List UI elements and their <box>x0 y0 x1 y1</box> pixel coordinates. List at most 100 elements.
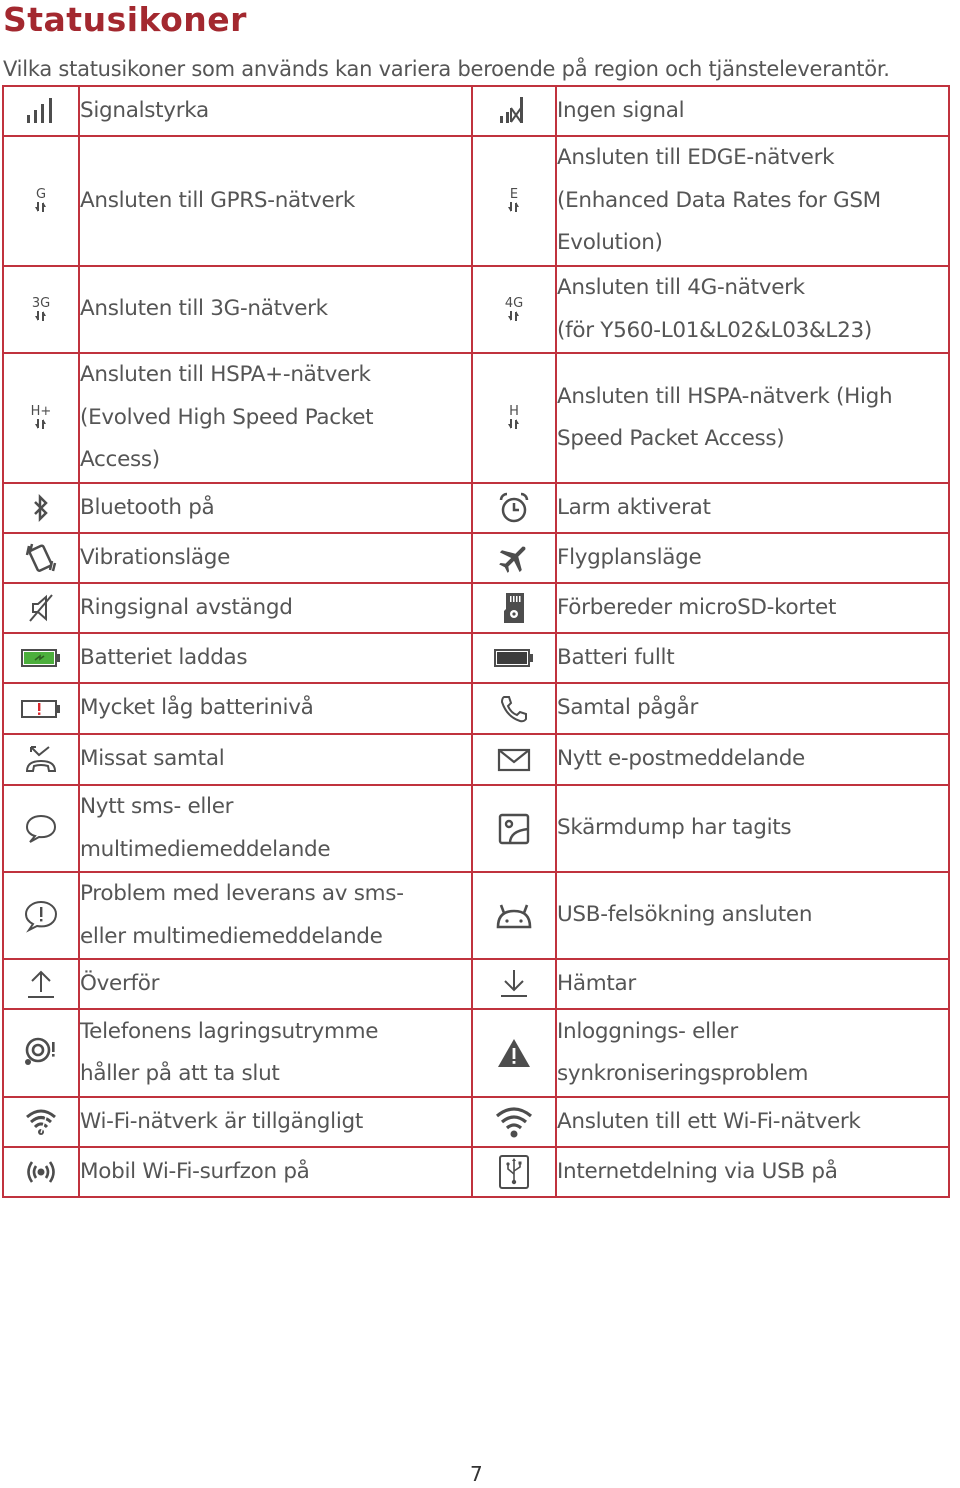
table-row: Bluetooth på Larm aktiverat <box>2 482 950 534</box>
left-icon-cell <box>2 958 80 1010</box>
description-line: Vibrationsläge <box>80 544 231 570</box>
description-line: Ansluten till ett Wi-Fi-nätverk <box>557 1108 861 1134</box>
left-icon-cell: G <box>2 135 80 267</box>
left-icon-cell <box>2 871 80 960</box>
right-icon-cell <box>471 784 557 873</box>
description-line: Nytt sms- eller <box>80 794 234 819</box>
right-icon-cell <box>471 733 557 786</box>
description-line: Missat samtal <box>80 746 225 772</box>
description-line: Batteriet laddas <box>80 644 248 670</box>
description-line: USB-felsökning ansluten <box>557 902 813 928</box>
description-line: Speed Packet Access) <box>557 426 785 451</box>
no-signal-icon <box>498 95 530 127</box>
right-icon-cell <box>471 582 557 634</box>
battery-low-icon <box>21 699 61 719</box>
description-line: (Enhanced Data Rates for GSM <box>557 187 881 213</box>
hspa-plus-icon: H+ <box>24 401 58 435</box>
description-line: Inloggnings- eller <box>557 1018 738 1044</box>
right-description-cell: Batteri fullt <box>555 632 950 684</box>
description-line: synkroniseringsproblem <box>557 1061 809 1086</box>
table-row: Ringsignal avstängd Förbereder microSD-k… <box>2 582 950 634</box>
upload-icon <box>25 968 57 1000</box>
description-line: Signalstyrka <box>80 97 209 123</box>
missed-call-icon <box>24 744 58 776</box>
table-row: 3G Ansluten till 3G-nätverk 4G Ansluten … <box>2 265 950 354</box>
wifi-connected-icon <box>494 1105 534 1139</box>
call-in-progress-icon <box>498 693 530 725</box>
right-description-cell: Internetdelning via USB på <box>555 1146 950 1198</box>
right-icon-cell: H <box>471 352 557 484</box>
message-icon <box>24 813 58 845</box>
description-line: Ansluten till HSPA-nätverk (High <box>557 383 893 409</box>
description-line: Förbereder microSD-kortet <box>557 594 837 620</box>
left-description-cell: Mycket låg batterinivå <box>78 682 473 735</box>
description-line: Ansluten till 3G-nätverk <box>80 296 328 322</box>
description-line: Ringsignal avstängd <box>80 594 293 620</box>
edge-icon: E <box>497 184 531 218</box>
description-line: Evolution) <box>557 230 663 256</box>
description-line: Ansluten till GPRS-nätverk <box>80 187 356 213</box>
status-icons-table: Signalstyrka Ingen signal G Ansluten til… <box>2 85 950 1198</box>
description-line: Ansluten till HSPA+-nätverk <box>80 362 371 388</box>
left-description-cell: Ringsignal avstängd <box>78 582 473 634</box>
table-row: Överför Hämtar <box>2 958 950 1010</box>
right-icon-cell <box>471 482 557 534</box>
right-description-cell: Hämtar <box>555 958 950 1010</box>
table-row: Nytt sms- eller multimediemeddelande Skärm… <box>2 784 950 873</box>
left-icon-cell <box>2 682 80 735</box>
right-description-cell: Ansluten till HSPA-nätverk (High Speed Pa… <box>555 352 950 484</box>
left-icon-cell <box>2 532 80 584</box>
right-description-cell: Flygplansläge <box>555 532 950 584</box>
left-icon-cell <box>2 1146 80 1198</box>
alarm-icon <box>497 491 531 525</box>
left-description-cell: Wi-Fi-nätverk är tillgängligt <box>78 1096 473 1148</box>
description-line: Överför <box>80 970 160 996</box>
right-icon-cell: E <box>471 135 557 267</box>
right-icon-cell <box>471 1096 557 1148</box>
description-line: Mobil Wi-Fi-surfzon på <box>80 1158 310 1184</box>
hspa-icon: H <box>497 401 531 435</box>
description-line: Bluetooth på <box>80 494 215 520</box>
right-description-cell: Ansluten till 4G-nätverk (för Y560-L01&L0… <box>555 265 950 354</box>
left-description-cell: Mobil Wi-Fi-surfzon på <box>78 1146 473 1198</box>
left-icon-cell <box>2 85 80 137</box>
description-line: (för Y560-L01&L02&L03&L23) <box>557 317 872 343</box>
wifi-available-icon <box>24 1107 58 1137</box>
vibrate-icon <box>24 541 58 575</box>
warning-icon <box>496 1037 532 1069</box>
3g-icon: 3G <box>24 293 58 327</box>
usb-tethering-icon <box>497 1154 531 1190</box>
description-line: Access) <box>80 447 160 473</box>
left-description-cell: Ansluten till 3G-nätverk <box>78 265 473 354</box>
right-icon-cell: 4G <box>471 265 557 354</box>
left-description-cell: Nytt sms- eller multimediemeddelande <box>78 784 473 873</box>
left-description-cell: Batteriet laddas <box>78 632 473 684</box>
table-row: Batteriet laddas Batteri fullt <box>2 632 950 684</box>
right-description-cell: USB-felsökning ansluten <box>555 871 950 960</box>
left-icon-cell: 3G <box>2 265 80 354</box>
description-line: Ingen signal <box>557 97 685 123</box>
message-error-icon <box>23 899 59 933</box>
description-line: håller på att ta slut <box>80 1061 280 1086</box>
right-icon-cell <box>471 871 557 960</box>
gprs-icon: G <box>24 184 58 218</box>
hotspot-icon <box>23 1157 59 1187</box>
4g-icon: 4G <box>497 293 531 327</box>
ringer-off-icon <box>25 592 57 624</box>
svg-text:H: H <box>509 404 519 419</box>
table-row: Missat samtal Nytt e-postmeddelande <box>2 733 950 786</box>
left-description-cell: Ansluten till HSPA+-nätverk (Evolved High… <box>78 352 473 484</box>
left-icon-cell <box>2 582 80 634</box>
right-description-cell: Förbereder microSD-kortet <box>555 582 950 634</box>
description-line: eller multimediemeddelande <box>80 923 383 949</box>
left-description-cell: Signalstyrka <box>78 85 473 137</box>
table-row: Telefonens lagringsutrymme håller på att … <box>2 1008 950 1098</box>
left-icon-cell <box>2 1008 80 1098</box>
download-icon <box>498 968 530 1000</box>
table-row: Mycket låg batterinivå Samtal pågår <box>2 682 950 735</box>
description-line: (Evolved High Speed Packet <box>80 404 374 430</box>
left-description-cell: Ansluten till GPRS-nätverk <box>78 135 473 267</box>
left-description-cell: Missat samtal <box>78 733 473 786</box>
svg-text:H+: H+ <box>31 404 52 419</box>
right-description-cell: Ansluten till EDGE-nätverk (Enhanced Data… <box>555 135 950 267</box>
